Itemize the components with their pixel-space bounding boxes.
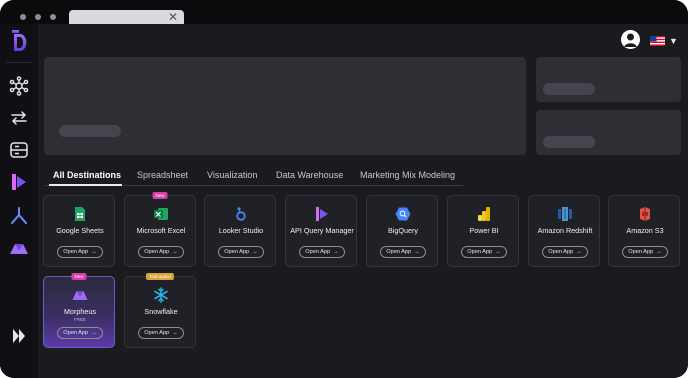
open-app-button[interactable]: Open App → [461,246,507,258]
bigquery-icon [395,206,411,222]
sidebar-item-morpheus[interactable] [9,238,29,258]
app-window: ✕ ▼ All Destinations Spreadsheet Visuali… [0,0,688,378]
open-app-button[interactable]: Open App → [138,246,184,258]
app-area: ▼ All Destinations Spreadsheet Visualiza… [0,24,688,378]
api-query-manager-icon [314,206,330,222]
arrow-right-icon: → [172,330,178,336]
looker-studio-icon [233,206,249,222]
arrow-right-icon: → [333,249,339,255]
window-control-dot[interactable] [50,14,56,20]
loading-skeleton-bar [543,83,595,95]
tab-visualization[interactable]: Visualization [207,170,257,180]
destination-card-amazon-s3[interactable]: Amazon S3 Open App → [608,195,680,267]
power-bi-icon [476,206,492,222]
morpheus-icon [72,287,88,303]
destination-card-power-bi[interactable]: Power BI Open App → [447,195,519,267]
destination-name: Amazon Redshift [537,226,593,235]
arrow-right-icon: → [252,249,258,255]
top-bar: ▼ [38,24,688,54]
destination-card-api-query-manager[interactable]: API Query Manager Open App → [285,195,357,267]
browser-tab[interactable]: ✕ [69,10,184,25]
morpheus-logo-icon [10,244,28,254]
tab-all-destinations[interactable]: All Destinations [53,170,121,180]
user-avatar-icon[interactable] [621,30,640,49]
browser-titlebar: ✕ [0,0,688,25]
arrow-right-icon: → [414,249,420,255]
destination-name: Snowflake [144,307,178,316]
tab-marketing-mix-modeling[interactable]: Marketing Mix Modeling [360,170,455,180]
destination-card-google-sheets[interactable]: Google Sheets Open App → [43,195,115,267]
sidebar-item-expand[interactable] [9,326,29,346]
destination-name: API Query Manager [290,226,354,235]
reports-logo-icon [12,174,26,190]
arrow-right-icon: → [91,330,97,336]
excel-icon [153,206,169,222]
network-icon [9,76,29,96]
active-tab-indicator [49,184,122,186]
destination-card-bigquery[interactable]: BigQuery Open App → [366,195,438,267]
amazon-s3-icon [637,206,653,222]
trial-option-badge: Trial option [145,273,175,280]
loading-panel-top-right [536,57,681,102]
open-app-button[interactable]: Open App → [218,246,264,258]
close-icon[interactable]: ✕ [168,10,178,25]
destination-tabs: All Destinations Spreadsheet Visualizati… [45,166,463,186]
us-flag-icon[interactable] [650,36,665,46]
window-control-dot[interactable] [20,14,26,20]
open-app-button[interactable]: Open App → [542,246,588,258]
destination-name: Microsoft Excel [136,226,186,235]
window-control-dot[interactable] [35,14,41,20]
open-app-button[interactable]: Open App → [138,327,184,339]
sidebar [0,24,38,378]
open-app-button[interactable]: Open App → [622,246,668,258]
brand-logo-icon[interactable] [12,30,27,52]
loading-skeleton-bar [543,136,595,148]
destination-name: Morpheus [64,307,96,316]
open-app-button[interactable]: Open App → [57,327,103,339]
arrow-right-icon: → [576,249,582,255]
destination-name: BigQuery [388,226,418,235]
sidebar-item-connector[interactable] [9,206,29,226]
destination-name: Power BI [469,226,499,235]
language-dropdown-chevron-icon[interactable]: ▼ [669,36,678,46]
tab-spreadsheet[interactable]: Spreadsheet [137,170,188,180]
loading-panel-bottom-right [536,110,681,155]
open-app-button[interactable]: Open App → [299,246,345,258]
new-badge: New [152,192,168,199]
destination-name: Looker Studio [218,226,264,235]
destination-card-microsoft-excel[interactable]: New Microsoft Excel Open App → [124,192,196,267]
open-app-button[interactable]: Open App → [57,246,103,258]
destination-card-looker-studio[interactable]: Looker Studio Open App → [204,195,276,267]
sidebar-divider [6,62,32,63]
expand-chevrons-icon [13,329,25,343]
arrow-right-icon: → [495,249,501,255]
destination-card-amazon-redshift[interactable]: Amazon Redshift Open App → [528,195,600,267]
sidebar-item-dashboard[interactable] [9,140,29,160]
sidebar-item-transfer[interactable] [9,108,29,128]
loading-skeleton-bar [59,125,121,137]
destination-name: Amazon S3 [626,226,664,235]
google-sheets-icon [72,206,88,222]
sidebar-item-reports[interactable] [9,172,29,192]
sidebar-item-network[interactable] [9,76,29,96]
arrow-right-icon: → [91,249,97,255]
dashboard-icon [10,142,28,158]
destination-name: Google Sheets [56,226,104,235]
arrow-right-icon: → [656,249,662,255]
new-badge: New [71,273,87,280]
connector-icon [11,207,27,224]
destination-subtitle: FREE [73,317,86,322]
loading-panel-main [44,57,526,155]
destination-card-morpheus[interactable]: New Morpheus FREE Open App → [43,273,115,348]
amazon-redshift-icon [557,206,573,222]
arrow-right-icon: → [172,249,178,255]
snowflake-icon [153,287,169,303]
destination-card-snowflake[interactable]: Trial option Snowflake Open App → [124,273,196,348]
open-app-button[interactable]: Open App → [380,246,426,258]
transfer-arrows-icon [11,111,27,125]
tab-data-warehouse[interactable]: Data Warehouse [276,170,343,180]
